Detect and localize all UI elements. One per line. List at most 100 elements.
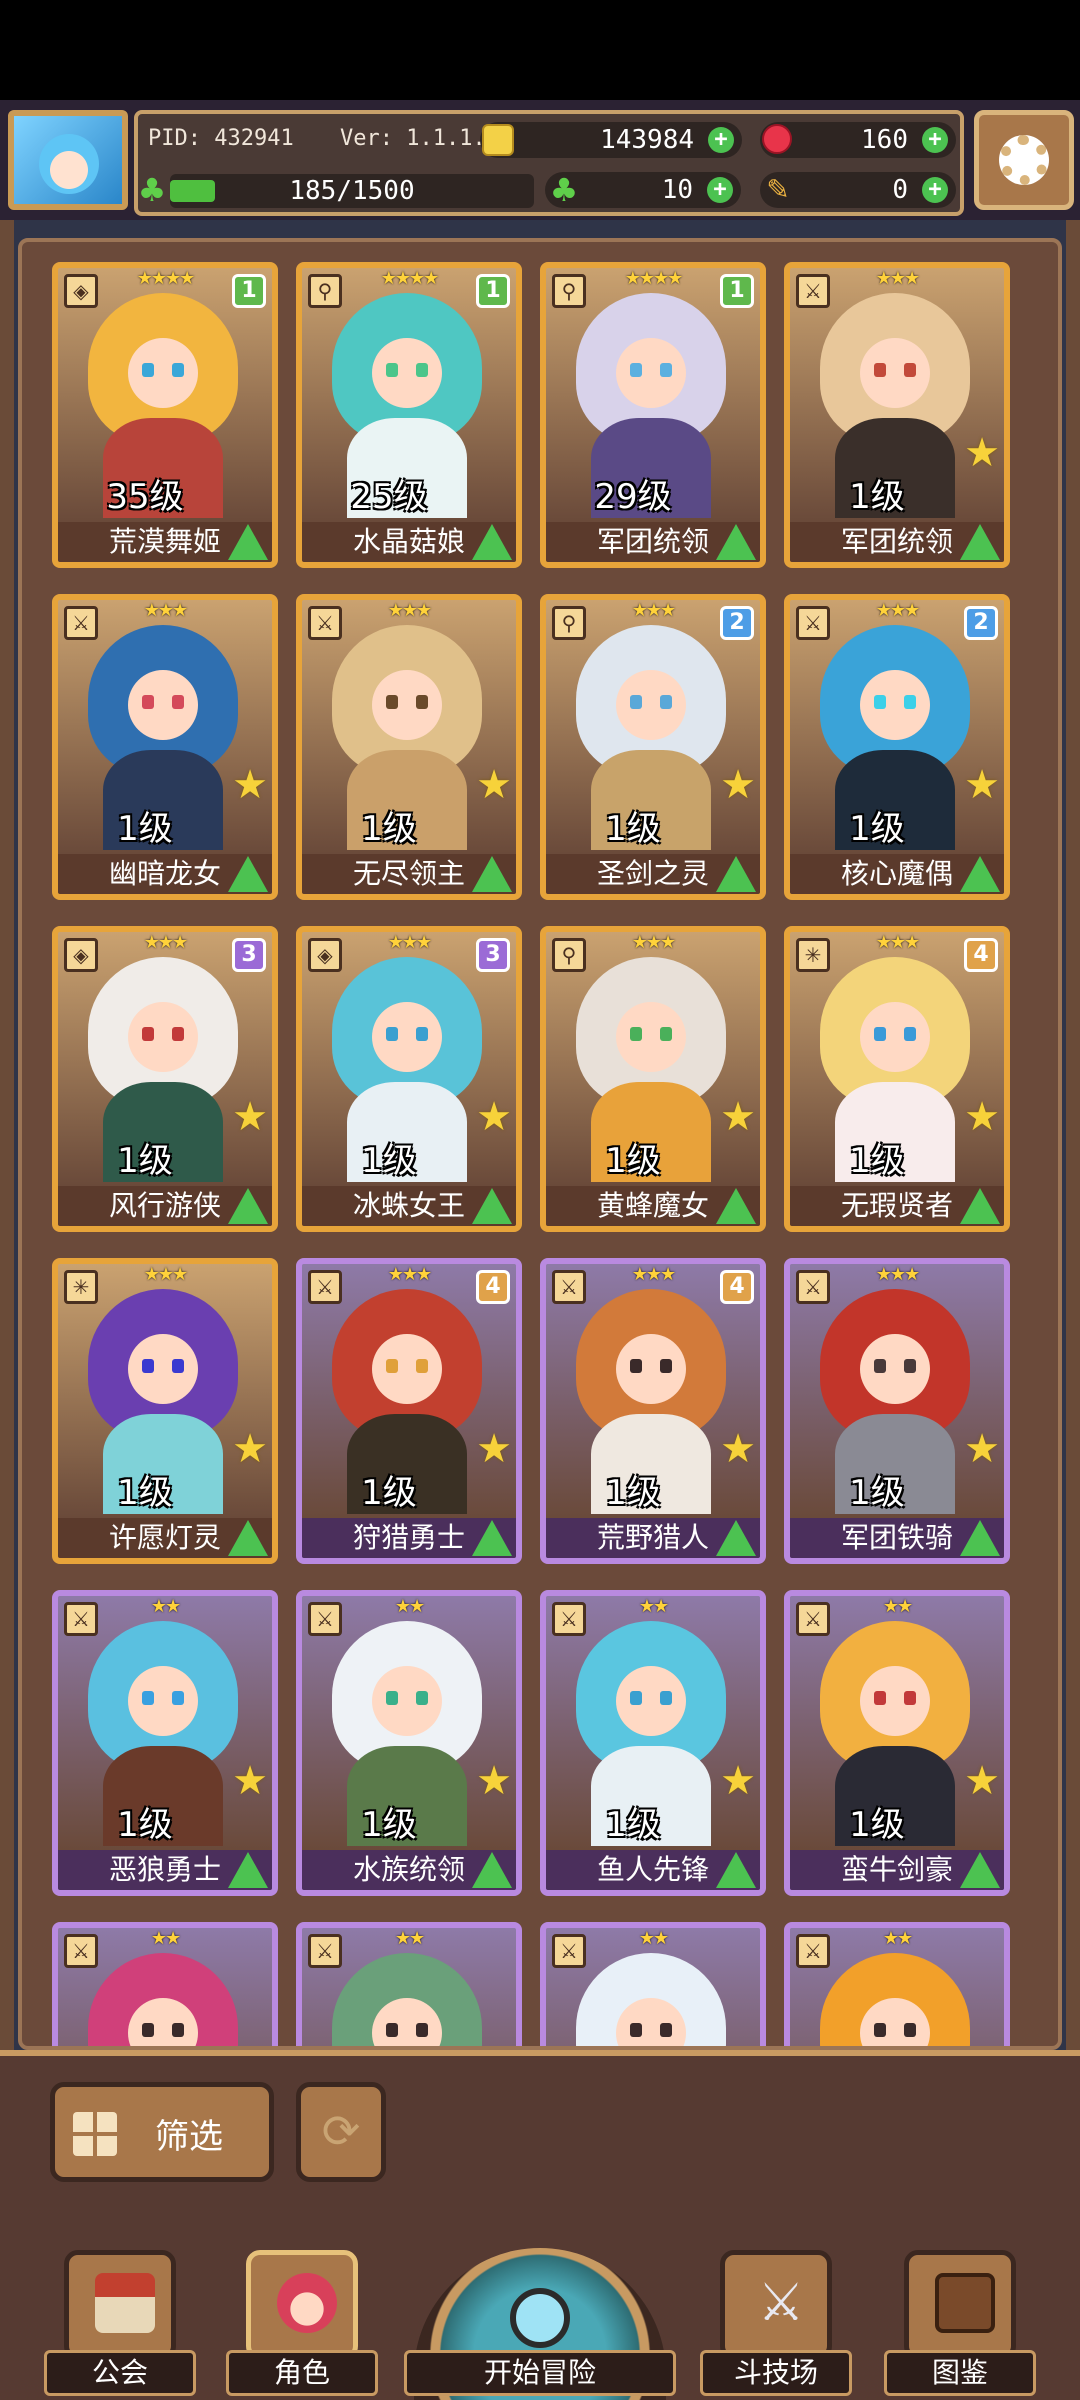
hero-card[interactable]: ★★ ⚔	[52, 1922, 278, 2046]
hero-level: 1级	[605, 809, 661, 849]
hero-level: 1级	[849, 1805, 905, 1845]
grid-icon	[73, 2112, 117, 2156]
player-avatar[interactable]	[8, 110, 128, 210]
nav-adventure-label: 开始冒险	[404, 2350, 676, 2396]
hero-card[interactable]: ★★ ⚔ 1级 ★ 鱼人先锋	[540, 1590, 766, 1896]
hero-eye	[874, 695, 886, 709]
hero-eye	[630, 1027, 642, 1041]
hero-stars: ★★★	[387, 600, 432, 621]
hero-eye	[904, 1027, 916, 1041]
refresh-button[interactable]: ⟳	[296, 2082, 386, 2182]
hero-eye	[660, 1359, 672, 1373]
level-up-arrow-icon	[228, 1520, 268, 1556]
hero-eye	[386, 1359, 398, 1373]
filter-button[interactable]: 筛选	[50, 2082, 274, 2182]
hero-card[interactable]: ★★★ ⚔ 1级 ★ 幽暗龙女	[52, 594, 278, 900]
hero-eye	[416, 1359, 428, 1373]
star-upgrade-icon: ★	[232, 1426, 268, 1472]
nav-arena[interactable]: ⚔ 斗技场	[700, 2250, 852, 2400]
hero-eye	[386, 1027, 398, 1041]
hero-face	[860, 1002, 930, 1072]
nav-guild[interactable]: 公会	[44, 2250, 196, 2400]
hero-rank-badge: 3	[476, 938, 510, 972]
add-gem-button[interactable]: +	[922, 127, 948, 153]
hero-card[interactable]: ★★★ ⚔ 2 1级 ★ 核心魔偶	[784, 594, 1010, 900]
nav-codex-label: 图鉴	[884, 2350, 1036, 2396]
hero-card[interactable]: ★★ ⚔ 1级 ★ 水族统领	[296, 1590, 522, 1896]
gear-icon	[999, 135, 1049, 185]
sword-icon: ⚔	[308, 606, 342, 640]
hero-rank-badge: 4	[476, 1270, 510, 1304]
hero-stars: ★★	[882, 1596, 913, 1617]
hero-face	[128, 1666, 198, 1736]
hero-card[interactable]: ★★ ⚔ 1级 ★ 蛮牛剑豪	[784, 1590, 1010, 1896]
nav-heroes[interactable]: 角色	[226, 2250, 378, 2400]
level-up-arrow-icon	[472, 1188, 512, 1224]
hero-card[interactable]: ★★★ ⚲ 2 1级 ★ 圣剑之灵	[540, 594, 766, 900]
hero-card[interactable]: ★★★★ ⚲ 1 29级 军团统领	[540, 262, 766, 568]
level-up-arrow-icon	[228, 1188, 268, 1224]
hero-card[interactable]: ★★★ ⚔ 4 1级 ★ 荒野猎人	[540, 1258, 766, 1564]
hero-level: 1级	[117, 1805, 173, 1845]
clover-value: 10	[661, 175, 693, 205]
level-up-arrow-icon	[472, 524, 512, 560]
hero-card[interactable]: ★★★ ⚔ 1级 ★ 无尽领主	[296, 594, 522, 900]
magnifier-icon	[510, 2288, 570, 2348]
hero-list[interactable]: ★★★★ ◈ 1 35级 荒漠舞姬 ★★★★ ⚲ 1 25级 水晶菇娘 ★★★★…	[18, 238, 1062, 2050]
star-upgrade-icon: ★	[720, 1094, 756, 1140]
hero-face	[860, 1666, 930, 1736]
add-gold-button[interactable]: +	[708, 127, 734, 153]
hero-stars: ★★★	[143, 600, 188, 621]
hero-card[interactable]: ★★ ⚔	[540, 1922, 766, 2046]
star-upgrade-icon: ★	[476, 1094, 512, 1140]
hero-face	[616, 1002, 686, 1072]
hero-card[interactable]: ★★★ ⚔ 1级 ★ 军团铁骑	[784, 1258, 1010, 1564]
hero-eye	[874, 2023, 886, 2037]
energy-clover-icon: ♣	[137, 171, 167, 209]
star-upgrade-icon: ★	[232, 762, 268, 808]
hero-card[interactable]: ★★ ⚔ 1级 ★ 恶狼勇士	[52, 1590, 278, 1896]
hero-face	[372, 1334, 442, 1404]
star-upgrade-icon: ★	[232, 1758, 268, 1804]
hero-face	[860, 670, 930, 740]
hero-card[interactable]: ★★★ ⚔ 1级 ★ 军团统领	[784, 262, 1010, 568]
hero-card[interactable]: ★★ ⚔	[784, 1922, 1010, 2046]
energy-value: 185/1500	[289, 176, 415, 206]
nav-adventure[interactable]: 开始冒险	[404, 2248, 676, 2400]
settings-button[interactable]	[974, 110, 1074, 210]
hero-eye	[172, 2023, 184, 2037]
hero-level: 1级	[605, 1141, 661, 1181]
level-up-arrow-icon	[960, 856, 1000, 892]
hero-eye	[874, 363, 886, 377]
hero-stars: ★★★	[631, 600, 676, 621]
gold-coin-icon	[482, 124, 514, 156]
add-clover-button[interactable]: +	[707, 177, 733, 203]
hero-stars: ★★★	[875, 600, 920, 621]
hero-card[interactable]: ★★★ ✳ 4 1级 ★ 无瑕贤者	[784, 926, 1010, 1232]
hero-level: 1级	[361, 1805, 417, 1845]
hero-card[interactable]: ★★★★ ◈ 1 35级 荒漠舞姬	[52, 262, 278, 568]
hero-eye	[660, 1691, 672, 1705]
hero-eye	[172, 1691, 184, 1705]
hero-level: 1级	[117, 809, 173, 849]
hero-card[interactable]: ★★★ ⚲ 1级 ★ 黄蜂魔女	[540, 926, 766, 1232]
nav-codex[interactable]: 图鉴	[884, 2250, 1036, 2400]
hero-card[interactable]: ★★ ⚔	[296, 1922, 522, 2046]
star-upgrade-icon: ★	[476, 1758, 512, 1804]
level-up-arrow-icon	[716, 524, 756, 560]
sword-icon: ⚔	[796, 606, 830, 640]
hero-card[interactable]: ★★★ ◈ 3 1级 ★ 风行游侠	[52, 926, 278, 1232]
hero-eye	[142, 1359, 154, 1373]
hero-card[interactable]: ★★★ ✳ 1级 ★ 许愿灯灵	[52, 1258, 278, 1564]
hero-eye	[142, 2023, 154, 2037]
hero-stars: ★★★	[143, 932, 188, 953]
hero-card[interactable]: ★★★ ◈ 3 1级 ★ 冰蛛女王	[296, 926, 522, 1232]
sword-icon: ⚔	[796, 1270, 830, 1304]
hero-card[interactable]: ★★★★ ⚲ 1 25级 水晶菇娘	[296, 262, 522, 568]
hero-eye	[142, 363, 154, 377]
nav-guild-tile	[64, 2250, 176, 2360]
target-icon: ✳	[796, 938, 830, 972]
add-tool-button[interactable]: +	[922, 177, 948, 203]
level-up-arrow-icon	[228, 1852, 268, 1888]
hero-card[interactable]: ★★★ ⚔ 4 1级 ★ 狩猎勇士	[296, 1258, 522, 1564]
